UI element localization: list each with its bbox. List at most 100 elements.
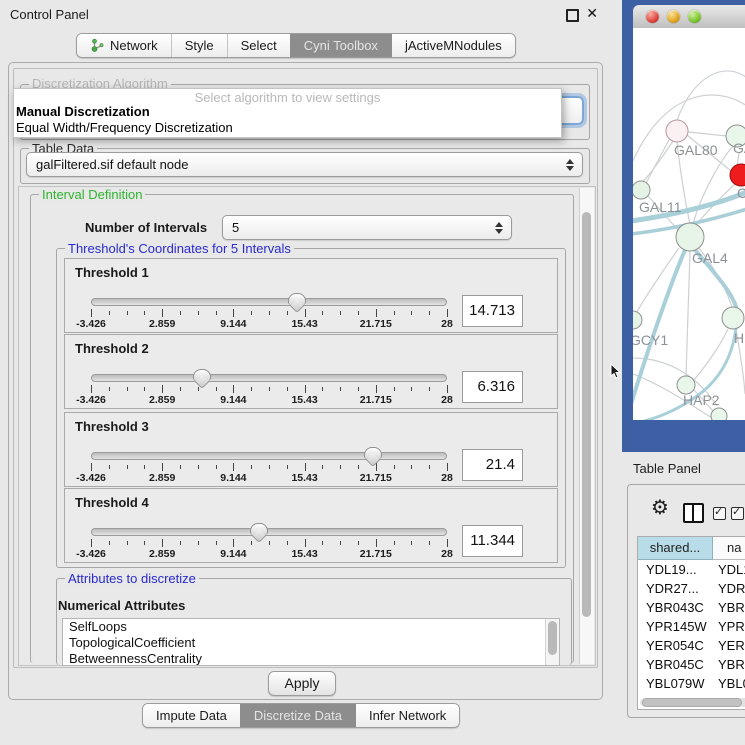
table-row[interactable]: YBL079WYBL0 — [638, 674, 745, 693]
checkbox-icon-1[interactable] — [713, 507, 726, 520]
threshold-2-slider[interactable]: -3.4262.8599.14415.4321.71528 — [91, 368, 447, 406]
node-bottom[interactable] — [711, 408, 727, 420]
list-item[interactable]: TopologicalCoefficient — [63, 635, 559, 651]
table-row[interactable]: YPR145WYPR1 — [638, 617, 745, 636]
cell[interactable]: YLR345W — [638, 693, 712, 697]
column-header-name[interactable]: na — [713, 537, 745, 560]
cell[interactable]: YPR145W — [638, 617, 712, 636]
numerical-attributes-label: Numerical Attributes — [58, 598, 185, 613]
cell[interactable]: YER0 — [712, 636, 745, 655]
threshold-value-field[interactable]: 21.4 — [462, 449, 523, 481]
cell[interactable]: YDR2 — [712, 579, 745, 598]
node-gal11[interactable] — [633, 181, 650, 199]
group-title: Threshold's Coordinates for 5 Intervals — [65, 241, 294, 256]
cell[interactable]: YDR27... — [638, 579, 712, 598]
slider-thumb[interactable] — [288, 293, 306, 305]
network-canvas[interactable]: GAL80 GA C GAL11 GAL4 GCY1 H HAP2 — [633, 28, 745, 420]
threshold-label: Threshold 1 — [75, 265, 149, 280]
cell[interactable]: YBL079W — [638, 674, 712, 693]
cell[interactable]: YBL0 — [712, 674, 745, 693]
tab-discretize-data[interactable]: Discretize Data — [240, 704, 355, 727]
network-graph: GAL80 GA C GAL11 GAL4 GCY1 H HAP2 — [633, 28, 745, 420]
node-gcy1[interactable] — [633, 311, 642, 329]
tab-label: Discretize Data — [254, 708, 342, 723]
table-row[interactable]: YDR27...YDR2 — [638, 579, 745, 598]
slider-thumb[interactable] — [364, 447, 382, 459]
cell[interactable]: YBR043C — [638, 598, 712, 617]
threshold-4-slider[interactable]: -3.4262.8599.14415.4321.71528 — [91, 522, 447, 560]
list-item[interactable]: SelfLoops — [63, 619, 559, 635]
node-label-gcy1: GCY1 — [633, 332, 668, 348]
node-gal80[interactable] — [666, 120, 688, 142]
node-red-selected[interactable] — [730, 164, 745, 186]
threshold-label: Threshold 2 — [75, 341, 149, 356]
slider-tick-labels: -3.4262.8599.14415.4321.71528 — [91, 394, 447, 406]
horizontal-scrollbar[interactable] — [640, 698, 745, 707]
threshold-value-field[interactable]: 14.713 — [462, 295, 523, 327]
slider-thumb[interactable] — [193, 369, 211, 381]
scrollbar-thumb[interactable] — [582, 212, 591, 617]
float-window-icon[interactable] — [566, 9, 579, 22]
number-of-intervals-label: Number of Intervals — [85, 220, 207, 235]
threshold-value-field[interactable]: 11.344 — [462, 525, 523, 557]
group-title: Interval Definition — [39, 187, 145, 202]
threshold-3-slider[interactable]: -3.4262.8599.14415.4321.71528 — [91, 446, 447, 484]
cell[interactable]: YBR0 — [712, 598, 745, 617]
tab-style[interactable]: Style — [171, 34, 227, 57]
scrollbar-thumb[interactable] — [548, 621, 557, 655]
table-panel-title: Table Panel — [633, 461, 701, 476]
gear-icon[interactable]: ⚙ — [651, 498, 669, 518]
network-window-titlebar[interactable] — [633, 5, 745, 29]
menu-item-manual-discretization[interactable]: Manual Discretization — [16, 104, 150, 119]
checkbox-icon-2[interactable] — [731, 507, 744, 520]
cell[interactable]: YER054C — [638, 636, 712, 655]
cell[interactable]: YDL1 — [712, 560, 745, 579]
table-row[interactable]: YLR345WYLR3 — [638, 693, 745, 697]
vertical-scrollbar[interactable] — [579, 188, 594, 664]
threshold-1-slider[interactable]: -3.4262.8599.14415.4321.71528 — [91, 292, 447, 330]
node-label-ga-partial: GA — [733, 140, 745, 156]
node-label-h-partial: H — [734, 330, 744, 346]
threshold-value-field[interactable]: 6.316 — [462, 371, 523, 403]
minimize-traffic-light[interactable] — [667, 10, 680, 23]
cell[interactable]: YPR1 — [712, 617, 745, 636]
cell[interactable]: YDL19... — [638, 560, 712, 579]
number-of-intervals-spinner[interactable]: 5 — [222, 215, 512, 240]
column-header-shared[interactable]: shared... — [638, 537, 713, 560]
list-scrollbar[interactable] — [545, 619, 559, 665]
column-layout-icon[interactable] — [683, 503, 704, 523]
close-icon[interactable]: ✕ — [586, 5, 598, 22]
numerical-attributes-list[interactable]: SelfLoops TopologicalCoefficient Between… — [62, 618, 560, 666]
slider-thumb[interactable] — [250, 523, 268, 535]
table-row[interactable]: YER054CYER0 — [638, 636, 745, 655]
table-row[interactable]: YBR043CYBR0 — [638, 598, 745, 617]
cell[interactable]: YBR045C — [638, 655, 712, 674]
apply-button[interactable]: Apply — [268, 671, 336, 696]
tab-infer-network[interactable]: Infer Network — [355, 704, 459, 727]
tab-select[interactable]: Select — [227, 34, 290, 57]
menu-item-equal-width-frequency[interactable]: Equal Width/Frequency Discretization — [16, 120, 233, 135]
list-item[interactable]: BetweennessCentrality — [63, 651, 559, 666]
tab-network[interactable]: Network — [77, 34, 171, 57]
slider-track[interactable] — [91, 452, 447, 460]
cell[interactable]: YLR3 — [712, 693, 745, 697]
slider-track[interactable] — [91, 374, 447, 382]
slider-track[interactable] — [91, 528, 447, 536]
table-data-combobox[interactable]: galFiltered.sif default node — [26, 152, 583, 177]
slider-tick-labels: -3.4262.8599.14415.4321.71528 — [91, 472, 447, 484]
table-row[interactable]: YDL19...YDL1 — [638, 560, 745, 579]
tab-impute-data[interactable]: Impute Data — [143, 704, 240, 727]
table-panel: ⚙ shared... na YDL19...YDL1 YDR27...YDR2… — [627, 484, 745, 718]
node-gal4[interactable] — [676, 223, 704, 251]
threshold-1-box: Threshold 1 -3.4262.8599.14415.4321.7152… — [64, 258, 558, 333]
scrollbar-thumb[interactable] — [642, 698, 742, 707]
tab-cyni-toolbox[interactable]: Cyni Toolbox — [290, 34, 391, 57]
zoom-traffic-light[interactable] — [688, 10, 701, 23]
node-h[interactable] — [722, 307, 744, 329]
tab-jactivemnodules[interactable]: jActiveMNodules — [391, 34, 515, 57]
close-traffic-light[interactable] — [646, 10, 659, 23]
table-row[interactable]: YBR045CYBR0 — [638, 655, 745, 674]
tab-label: Infer Network — [369, 708, 446, 723]
slider-track[interactable] — [91, 298, 447, 306]
cell[interactable]: YBR0 — [712, 655, 745, 674]
